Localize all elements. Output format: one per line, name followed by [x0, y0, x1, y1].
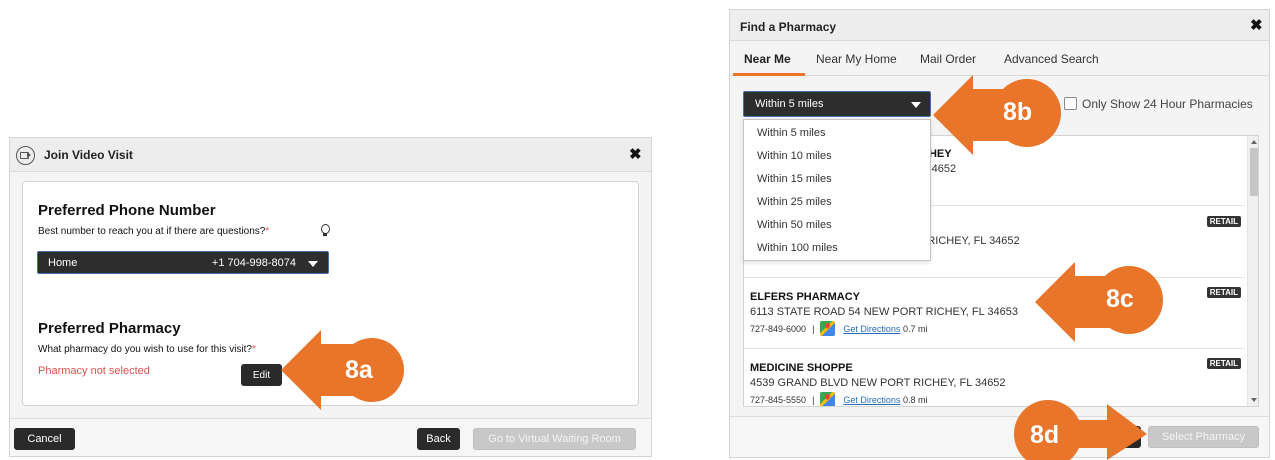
distance-option[interactable]: Within 5 miles — [757, 127, 825, 139]
callout-8d-label: 8d — [1030, 421, 1060, 449]
google-maps-icon — [820, 321, 836, 336]
pharmacy-result-row[interactable]: ELFERS PHARMACY 6113 STATE ROAD 54 NEW P… — [744, 279, 1245, 349]
right-dialog-footer: Select Pharmacy — [730, 416, 1269, 457]
chevron-down-icon — [308, 261, 318, 267]
retail-badge: RETAIL — [1206, 216, 1241, 227]
results-scrollbar[interactable] — [1247, 136, 1258, 406]
retail-badge: RETAIL — [1206, 358, 1241, 369]
pharmacy-status: Pharmacy not selected — [38, 365, 150, 377]
right-dialog-close-icon[interactable]: ✖ — [1250, 18, 1263, 33]
pharmacy-name: ELFERS PHARMACY — [750, 291, 861, 303]
left-dialog-close-icon[interactable]: ✖ — [629, 147, 642, 162]
pharmacy-meta: 727-849-6000 | Get Directions 0.7 mi — [750, 321, 928, 337]
phone-heading: Preferred Phone Number — [38, 202, 216, 219]
left-dialog-titlebar: Join Video Visit ✖ — [10, 138, 651, 172]
google-maps-icon — [820, 392, 836, 406]
distance-option[interactable]: Within 25 miles — [757, 196, 832, 208]
pharmacy-meta: 727-845-5550 | Get Directions 0.8 mi — [750, 392, 928, 406]
distance-option[interactable]: Within 100 miles — [757, 242, 838, 254]
pharmacy-heading: Preferred Pharmacy — [38, 320, 181, 337]
distance-select[interactable]: Within 5 miles — [743, 91, 931, 117]
go-to-waiting-room-button[interactable]: Go to Virtual Waiting Room — [473, 428, 636, 450]
callout-8a: 8a — [281, 330, 411, 410]
pharmacy-address: 4539 GRAND BLVD NEW PORT RICHEY, FL 3465… — [750, 377, 1006, 389]
right-dialog-titlebar: Find a Pharmacy ✖ — [730, 10, 1269, 41]
callout-8b: 8b — [933, 75, 1065, 155]
scroll-thumb[interactable] — [1250, 148, 1258, 196]
video-visit-icon — [16, 146, 35, 165]
phone-hint-bulb-icon[interactable] — [320, 224, 330, 237]
phone-question: Best number to reach you at if there are… — [38, 226, 270, 237]
phone-select[interactable]: Home +1 704-998-8074 — [37, 251, 329, 274]
only-24h-checkbox[interactable] — [1064, 97, 1077, 110]
pharmacy-result-row[interactable]: MEDICINE SHOPPE 4539 GRAND BLVD NEW PORT… — [744, 350, 1245, 406]
pharmacy-address: 6113 STATE ROAD 54 NEW PORT RICHEY, FL 3… — [750, 306, 1018, 318]
retail-badge: RETAIL — [1206, 287, 1241, 298]
active-tab-indicator — [733, 73, 805, 76]
right-dialog-title: Find a Pharmacy — [740, 20, 837, 34]
pharmacy-question: What pharmacy do you wish to use for thi… — [38, 344, 256, 355]
scroll-down-icon[interactable] — [1251, 398, 1257, 402]
back-button[interactable]: Back — [417, 428, 460, 450]
callout-8a-label: 8a — [345, 356, 373, 384]
callout-8c: 8c — [1035, 262, 1167, 342]
pharmacy-phone: 727-849-6000 — [750, 323, 807, 334]
callout-8d: 8d — [1012, 398, 1147, 460]
callout-8b-label: 8b — [1003, 98, 1033, 126]
distance-dropdown-menu: Within 5 miles Within 10 miles Within 15… — [743, 119, 931, 261]
left-dialog-footer: Cancel Back Go to Virtual Waiting Room — [10, 418, 651, 456]
pharmacy-tabs: Near Me Near My Home Mail Order Advanced… — [730, 43, 1269, 76]
chevron-down-icon — [911, 102, 921, 108]
distance-select-value: Within 5 miles — [755, 98, 824, 110]
distance-option[interactable]: Within 10 miles — [757, 150, 832, 162]
left-dialog-title: Join Video Visit — [44, 148, 133, 162]
pharmacy-phone: 727-845-5550 — [750, 394, 807, 405]
phone-select-label: Home — [48, 257, 78, 269]
distance-option[interactable]: Within 15 miles — [757, 173, 832, 185]
get-directions-link[interactable]: Get Directions — [843, 395, 900, 405]
callout-8b-arrow-icon — [933, 75, 1061, 155]
pharmacy-distance: 0.7 mi — [902, 323, 928, 334]
tab-near-my-home[interactable]: Near My Home — [816, 52, 897, 66]
get-directions-link[interactable]: Get Directions — [843, 324, 900, 334]
callout-8c-label: 8c — [1106, 285, 1134, 313]
callout-8c-arrow-icon — [1035, 262, 1163, 342]
phone-select-number: +1 704-998-8074 — [211, 257, 296, 269]
tab-advanced-search[interactable]: Advanced Search — [1004, 52, 1099, 66]
tab-mail-order[interactable]: Mail Order — [920, 52, 976, 66]
select-pharmacy-button[interactable]: Select Pharmacy — [1148, 426, 1259, 448]
pharmacy-distance: 0.8 mi — [902, 394, 928, 405]
scroll-up-icon[interactable] — [1251, 140, 1257, 144]
cancel-button[interactable]: Cancel — [14, 428, 75, 450]
only-24h-label: Only Show 24 Hour Pharmacies — [1082, 97, 1253, 111]
pharmacy-name: MEDICINE SHOPPE — [750, 362, 853, 374]
distance-option[interactable]: Within 50 miles — [757, 219, 832, 231]
edit-pharmacy-button[interactable]: Edit — [241, 364, 282, 386]
tab-near-me[interactable]: Near Me — [744, 52, 791, 66]
